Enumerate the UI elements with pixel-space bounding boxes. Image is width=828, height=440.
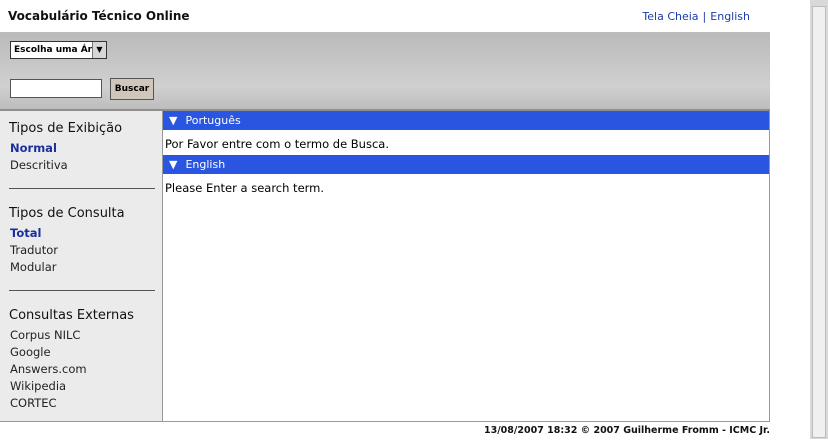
search-input[interactable] [10,79,102,98]
section-header-english[interactable]: ▼ English [163,155,769,174]
app-title: Vocabulário Técnico Online [8,9,190,23]
triangle-down-icon[interactable]: ▼ [169,158,177,171]
sidebar-item-normal[interactable]: Normal [10,141,57,155]
sidebar: Tipos de Exibição Normal Descritiva Tipo… [0,111,163,421]
sidebar-item-descritiva[interactable]: Descritiva [10,158,68,172]
footer-text: 13/08/2007 18:32 © 2007 Guilherme Fromm … [483,425,770,436]
sidebar-item-answers[interactable]: Answers.com [10,362,87,376]
sidebar-item-modular[interactable]: Modular [10,260,57,274]
footer: 13/08/2007 18:32 © 2007 Guilherme Fromm … [0,421,770,440]
sidebar-item-corpus-nilc[interactable]: Corpus NILC [10,328,80,342]
section-header-portugues[interactable]: ▼ Português [163,111,769,130]
link-separator: | [702,10,707,23]
section-label: English [185,158,226,171]
divider [9,188,155,189]
sidebar-item-tradutor[interactable]: Tradutor [10,243,58,257]
sidebar-item-wikipedia[interactable]: Wikipedia [10,379,66,393]
query-types-title: Tipos de Consulta [9,206,125,221]
scroll-thumb[interactable] [812,6,826,438]
area-select-value: Escolha uma Área [14,45,105,55]
main-content: ▼ Português Por Favor entre com o termo d… [163,111,770,421]
top-links: Tela Cheia | English [642,10,750,23]
header: Vocabulário Técnico Online Tela Cheia | En… [0,0,770,33]
sidebar-item-cortec[interactable]: CORTEC [10,396,57,410]
display-types-title: Tipos de Exibição [9,121,123,136]
divider [9,290,155,291]
chevron-down-icon[interactable]: ▼ [92,42,106,58]
search-button[interactable]: Buscar [110,78,154,100]
vertical-scrollbar[interactable] [810,0,828,439]
sidebar-item-google[interactable]: Google [10,345,51,359]
search-band: Escolha uma Área ▼ Buscar [0,33,770,111]
section-message-english: Please Enter a search term. [165,181,325,195]
full-screen-link[interactable]: Tela Cheia [642,10,698,23]
section-message-portugues: Por Favor entre com o termo de Busca. [165,137,389,151]
app-window: Vocabulário Técnico Online Tela Cheia | En… [0,0,770,440]
triangle-down-icon[interactable]: ▼ [169,114,177,127]
english-link[interactable]: English [710,10,750,23]
sidebar-item-total[interactable]: Total [10,226,41,240]
section-label: Português [185,114,241,127]
external-queries-title: Consultas Externas [9,308,134,323]
area-select[interactable]: Escolha uma Área ▼ [10,41,107,59]
